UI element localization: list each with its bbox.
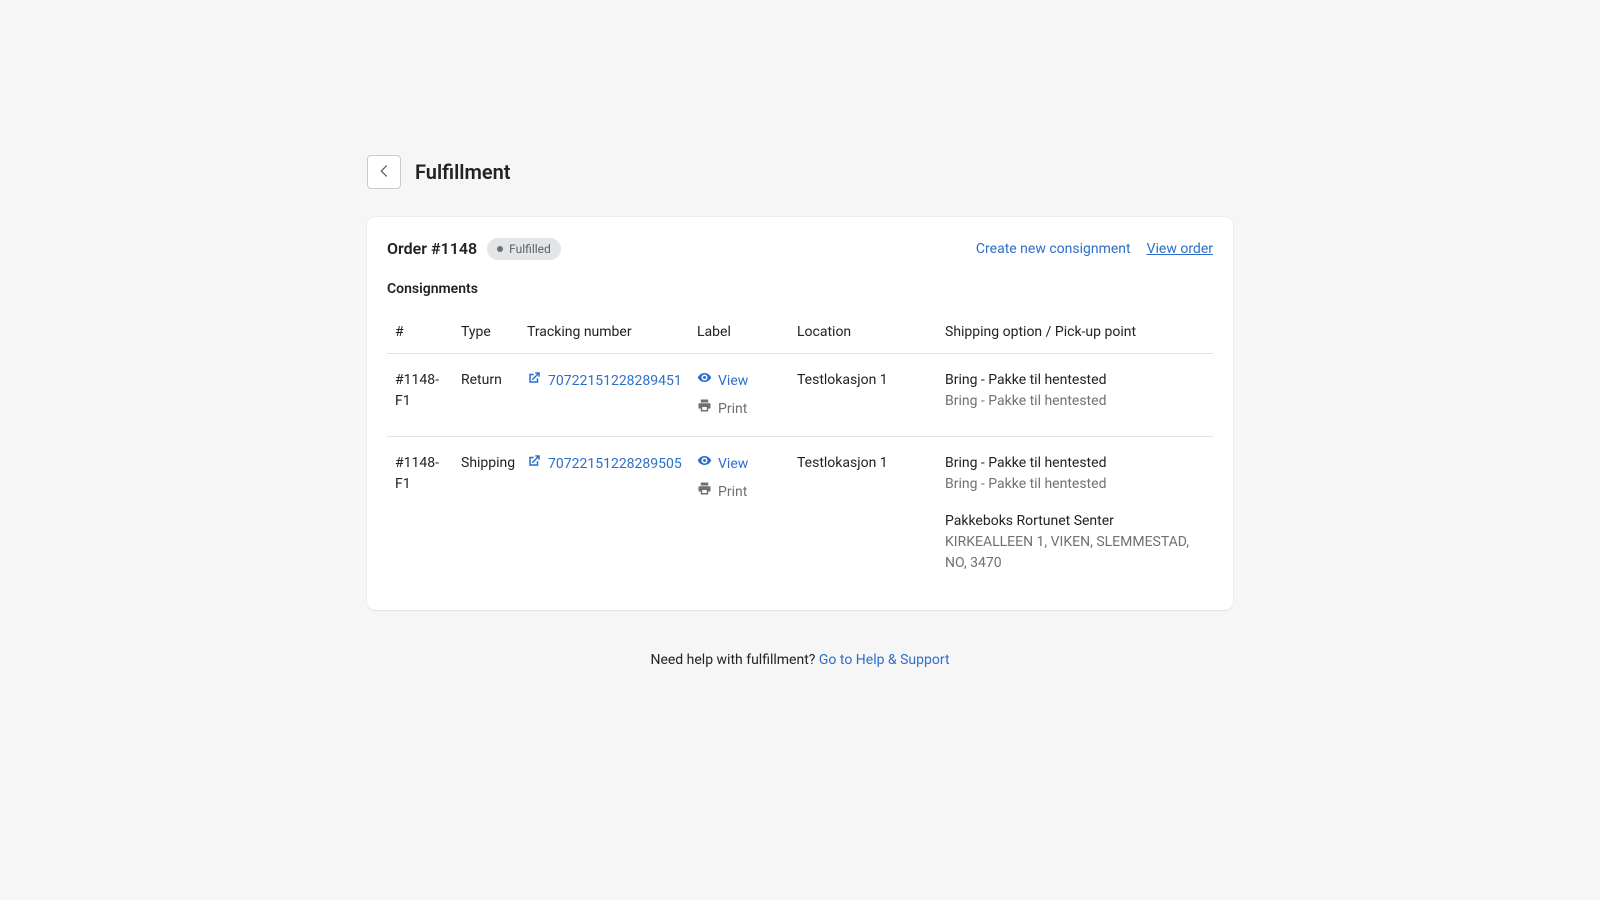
cell-location: Testlokasjon 1 — [789, 354, 937, 437]
eye-icon — [697, 453, 712, 475]
col-type: Type — [453, 312, 519, 354]
consignments-table: # Type Tracking number Label Location Sh… — [387, 312, 1213, 590]
tracking-number: 70722151228289451 — [548, 371, 682, 392]
print-label-text: Print — [718, 399, 747, 420]
cell-type: Shipping — [453, 437, 519, 591]
view-label-text: View — [718, 371, 748, 392]
view-order-link[interactable]: View order — [1147, 239, 1213, 260]
view-label-link[interactable]: View — [697, 370, 748, 392]
shipping-primary: Bring - Pakke til hentested — [945, 370, 1205, 391]
help-text: Need help with fulfillment? — [650, 652, 818, 668]
tracking-number: 70722151228289505 — [548, 454, 682, 475]
shipping-secondary: Bring - Pakke til hentested — [945, 391, 1205, 412]
order-title: Order #1148 — [387, 237, 477, 261]
cell-id: #1148-F1 — [387, 354, 453, 437]
page-title: Fulfillment — [415, 157, 511, 187]
print-label-text: Print — [718, 482, 747, 503]
pickup-address: KIRKEALLEEN 1, VIKEN, SLEMMESTAD, NO, 34… — [945, 532, 1205, 574]
cell-location: Testlokasjon 1 — [789, 437, 937, 591]
shipping-primary: Bring - Pakke til hentested — [945, 453, 1205, 474]
shipping-secondary: Bring - Pakke til hentested — [945, 474, 1205, 495]
arrow-left-icon — [375, 162, 393, 183]
tracking-link[interactable]: 70722151228289451 — [527, 370, 682, 392]
eye-icon — [697, 370, 712, 392]
col-shipping: Shipping option / Pick-up point — [937, 312, 1213, 354]
tracking-link[interactable]: 70722151228289505 — [527, 453, 682, 475]
cell-type: Return — [453, 354, 519, 437]
view-label-link[interactable]: View — [697, 453, 748, 475]
create-consignment-link[interactable]: Create new consignment — [976, 239, 1131, 260]
print-icon — [697, 481, 712, 503]
cell-id: #1148-F1 — [387, 437, 453, 591]
status-dot-icon — [497, 246, 503, 252]
status-badge-label: Fulfilled — [509, 240, 551, 258]
col-label: Label — [689, 312, 789, 354]
col-tracking: Tracking number — [519, 312, 689, 354]
col-id: # — [387, 312, 453, 354]
table-row: #1148-F1 Shipping 70722151228289505 — [387, 437, 1213, 591]
order-card: Order #1148 Fulfilled Create new consign… — [367, 217, 1233, 610]
table-row: #1148-F1 Return 70722151228289451 — [387, 354, 1213, 437]
col-location: Location — [789, 312, 937, 354]
consignments-heading: Consignments — [387, 279, 1213, 300]
help-link[interactable]: Go to Help & Support — [819, 652, 950, 668]
external-link-icon — [527, 370, 542, 392]
external-link-icon — [527, 453, 542, 475]
back-button[interactable] — [367, 155, 401, 189]
status-badge: Fulfilled — [487, 238, 561, 260]
pickup-title: Pakkeboks Rortunet Senter — [945, 511, 1205, 532]
print-label-link[interactable]: Print — [697, 398, 747, 420]
view-label-text: View — [718, 454, 748, 475]
print-label-link[interactable]: Print — [697, 481, 747, 503]
print-icon — [697, 398, 712, 420]
